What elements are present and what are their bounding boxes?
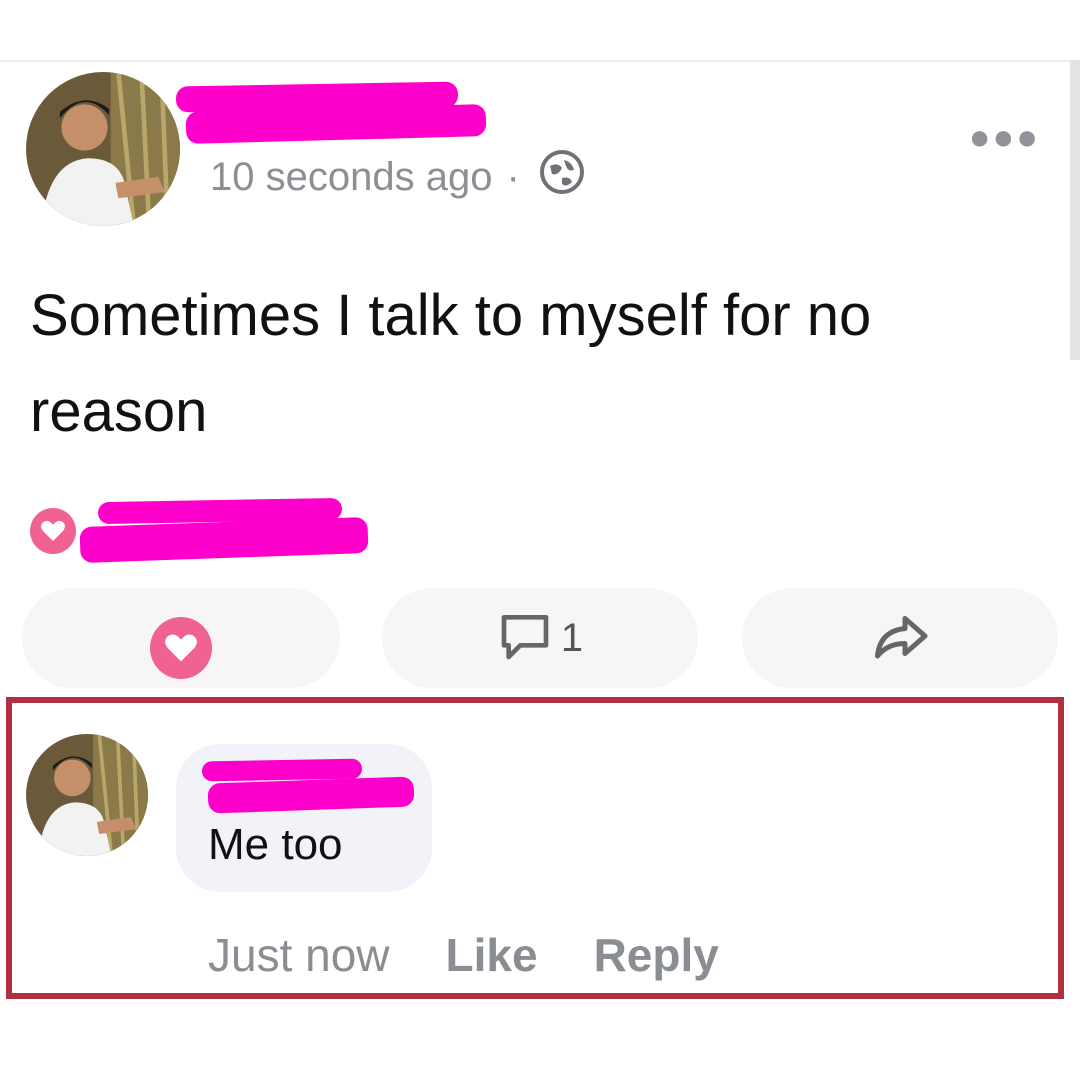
heart-icon	[150, 617, 212, 679]
globe-icon	[538, 148, 586, 206]
commenter-avatar[interactable]	[26, 734, 148, 856]
share-icon	[870, 606, 930, 671]
scrollbar[interactable]	[1070, 60, 1080, 360]
post-text: Sometimes I talk to myself for no reason	[30, 283, 872, 444]
meta-separator: ·	[506, 154, 520, 199]
comment-icon	[497, 608, 553, 669]
comment-actions: Just now Like Reply	[208, 928, 719, 982]
comment-count: 1	[560, 615, 584, 660]
post-timestamp[interactable]: 10 seconds ago	[210, 155, 492, 200]
comment-text: Me too	[208, 820, 343, 869]
redacted-commenter-name	[201, 758, 363, 782]
author-avatar[interactable]	[26, 72, 180, 226]
comment-reply-button[interactable]: Reply	[594, 928, 719, 982]
comment-like-button[interactable]: Like	[446, 928, 538, 982]
post-meta: 10 seconds ago ·	[210, 148, 586, 206]
comment-timestamp: Just now	[208, 929, 390, 981]
react-button[interactable]	[22, 588, 340, 688]
share-button[interactable]	[742, 588, 1058, 688]
comment-button[interactable]: 1	[382, 588, 698, 688]
reaction-summary-heart-icon[interactable]	[30, 508, 76, 554]
more-options-icon[interactable]: ●●●	[969, 116, 1040, 158]
